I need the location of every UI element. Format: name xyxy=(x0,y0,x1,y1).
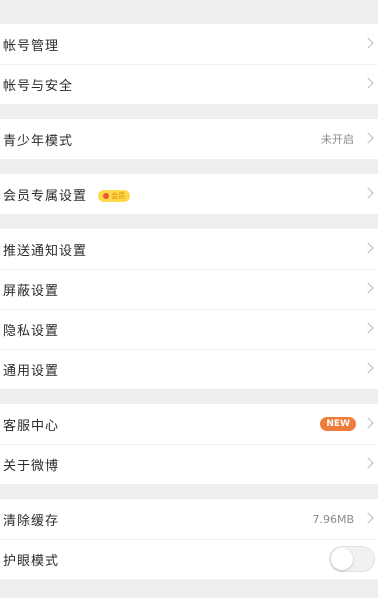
push-settings-label: 推送通知设置 xyxy=(3,243,88,259)
eye-mode-row: 护眼模式 xyxy=(0,539,378,579)
chevron-right-icon xyxy=(362,457,374,469)
member-settings-text: 会员专属设置 xyxy=(3,188,88,204)
new-badge: NEW xyxy=(320,417,356,431)
clear-cache-row[interactable]: 清除缓存 7.96MB xyxy=(0,499,378,539)
eye-mode-label: 护眼模式 xyxy=(3,553,60,569)
vip-badge: 会员 xyxy=(98,190,131,202)
account-management-label: 帐号管理 xyxy=(3,38,60,54)
eye-mode-toggle[interactable] xyxy=(329,546,375,572)
account-group: 帐号管理 帐号与安全 xyxy=(0,24,378,104)
chevron-right-icon xyxy=(362,37,374,49)
chevron-right-icon xyxy=(362,187,374,199)
youth-mode-label: 青少年模式 xyxy=(3,133,74,149)
youth-mode-status: 未开启 xyxy=(321,133,354,146)
chevron-right-icon xyxy=(362,322,374,334)
chevron-right-icon xyxy=(362,242,374,254)
customer-service-row[interactable]: 客服中心 NEW xyxy=(0,404,378,444)
member-settings-label: 会员专属设置 会员 xyxy=(3,185,131,204)
vip-crown-icon xyxy=(103,193,110,199)
settings-screen: 帐号管理 帐号与安全 青少年模式 未开启 会员专属设置 会员 推送通知设置 屏蔽… xyxy=(0,0,378,598)
block-settings-row[interactable]: 屏蔽设置 xyxy=(0,269,378,309)
storage-group: 清除缓存 7.96MB 护眼模式 xyxy=(0,499,378,579)
account-security-row[interactable]: 帐号与安全 xyxy=(0,64,378,104)
privacy-settings-row[interactable]: 隐私设置 xyxy=(0,309,378,349)
account-security-label: 帐号与安全 xyxy=(3,78,74,94)
chevron-right-icon xyxy=(362,417,374,429)
about-weibo-row[interactable]: 关于微博 xyxy=(0,444,378,484)
about-weibo-label: 关于微博 xyxy=(3,458,60,474)
member-settings-row[interactable]: 会员专属设置 会员 xyxy=(0,174,378,214)
push-settings-row[interactable]: 推送通知设置 xyxy=(0,229,378,269)
youth-mode-row[interactable]: 青少年模式 未开启 xyxy=(0,119,378,159)
support-group: 客服中心 NEW 关于微博 xyxy=(0,404,378,484)
chevron-right-icon xyxy=(362,132,374,144)
account-management-row[interactable]: 帐号管理 xyxy=(0,24,378,64)
chevron-right-icon xyxy=(362,512,374,524)
clear-cache-label: 清除缓存 xyxy=(3,513,60,529)
chevron-right-icon xyxy=(362,362,374,374)
general-settings-label: 通用设置 xyxy=(3,363,60,379)
privacy-settings-label: 隐私设置 xyxy=(3,323,60,339)
vip-badge-text: 会员 xyxy=(111,192,126,200)
toggle-knob xyxy=(331,548,353,570)
member-group: 会员专属设置 会员 xyxy=(0,174,378,214)
chevron-right-icon xyxy=(362,282,374,294)
general-settings-row[interactable]: 通用设置 xyxy=(0,349,378,389)
cache-size-value: 7.96MB xyxy=(312,512,354,526)
block-settings-label: 屏蔽设置 xyxy=(3,283,60,299)
youth-group: 青少年模式 未开启 xyxy=(0,119,378,159)
settings-group: 推送通知设置 屏蔽设置 隐私设置 通用设置 xyxy=(0,229,378,389)
customer-service-label: 客服中心 xyxy=(3,418,60,434)
chevron-right-icon xyxy=(362,77,374,89)
